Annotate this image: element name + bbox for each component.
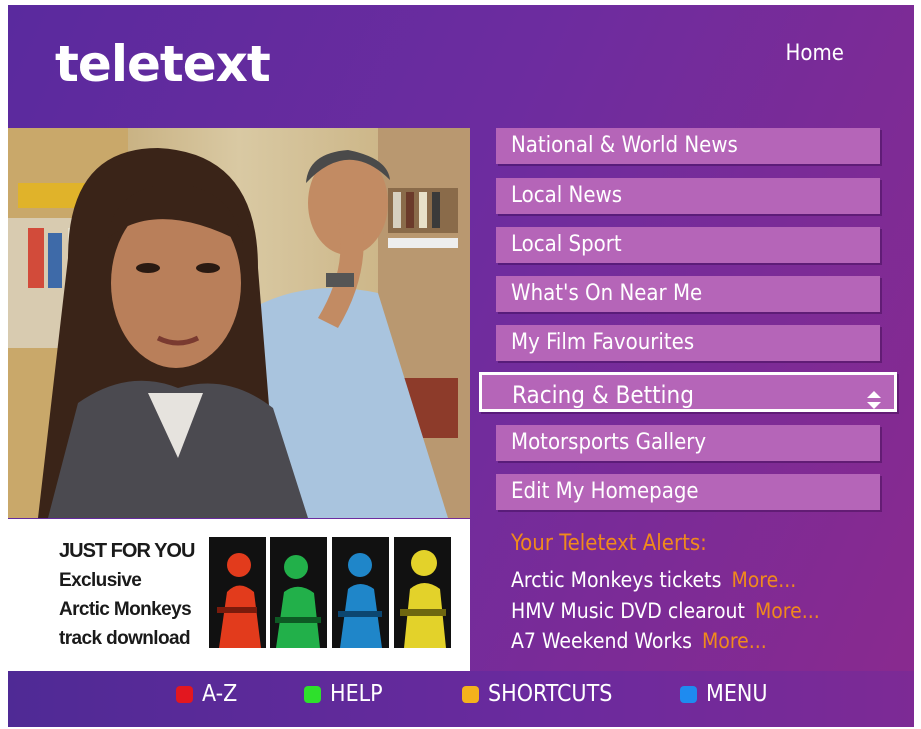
yellow-button-icon (462, 685, 479, 703)
alert-item[interactable]: HMV Music DVD clearout More... (511, 599, 820, 623)
menu-item-whats-on-near-me[interactable]: What's On Near Me (496, 276, 880, 312)
band-thumb-green (270, 537, 327, 648)
menu-item-motorsports-gallery[interactable]: Motorsports Gallery (496, 425, 880, 461)
green-key-label: HELP (330, 681, 383, 707)
up-down-arrows-icon (866, 382, 882, 422)
alert-item[interactable]: Arctic Monkeys tickets More... (511, 568, 796, 592)
red-key-button[interactable]: A-Z (176, 681, 237, 707)
alert-more-link[interactable]: More... (755, 599, 820, 623)
feature-photo[interactable] (8, 128, 470, 518)
yellow-key-button[interactable]: SHORTCUTS (462, 681, 612, 707)
band-thumb-blue (332, 537, 389, 648)
promo-line-track: track download (59, 628, 191, 649)
band-thumb-red (209, 537, 266, 648)
yellow-key-label: SHORTCUTS (488, 681, 613, 707)
green-key-button[interactable]: HELP (304, 681, 383, 707)
color-key-bar: A-Z HELP SHORTCUTS MENU (8, 671, 914, 727)
alert-text: Arctic Monkeys tickets (511, 568, 722, 592)
alert-item[interactable]: A7 Weekend Works More... (511, 629, 767, 653)
page-title-home: Home (785, 41, 844, 66)
band-thumb-yellow (394, 537, 451, 648)
blue-key-label: MENU (706, 681, 768, 707)
menu-item-my-film-favourites[interactable]: My Film Favourites (496, 325, 880, 361)
promo-line-artist: Arctic Monkeys (59, 599, 192, 620)
promo-text: JUST FOR YOU Exclusive Arctic Monkeys tr… (59, 537, 195, 653)
menu-item-racing-betting[interactable]: Racing & Betting (479, 372, 897, 412)
green-button-icon (304, 685, 321, 703)
teletext-screen: teletext Home JUST FOR YOU Exclusive Arc… (8, 5, 914, 727)
menu-item-edit-my-homepage[interactable]: Edit My Homepage (496, 474, 880, 510)
menu-item-local-news[interactable]: Local News (496, 178, 880, 214)
promo-banner[interactable]: JUST FOR YOU Exclusive Arctic Monkeys tr… (8, 519, 470, 671)
blue-button-icon (680, 685, 697, 703)
menu-item-local-sport[interactable]: Local Sport (496, 227, 880, 263)
alert-more-link[interactable]: More... (731, 568, 796, 592)
promo-heading: JUST FOR YOU (59, 540, 195, 562)
alert-more-link[interactable]: More... (702, 629, 767, 653)
alert-text: A7 Weekend Works (511, 629, 692, 653)
menu-item-label: Racing & Betting (512, 381, 694, 409)
promo-line-exclusive: Exclusive (59, 570, 142, 591)
menu-item-national-world-news[interactable]: National & World News (496, 128, 880, 164)
alert-text: HMV Music DVD clearout (511, 599, 745, 623)
alerts-heading: Your Teletext Alerts: (511, 531, 707, 556)
red-button-icon (176, 685, 193, 703)
teletext-logo: teletext (55, 35, 271, 93)
red-key-label: A-Z (202, 681, 238, 707)
blue-key-button[interactable]: MENU (680, 681, 768, 707)
